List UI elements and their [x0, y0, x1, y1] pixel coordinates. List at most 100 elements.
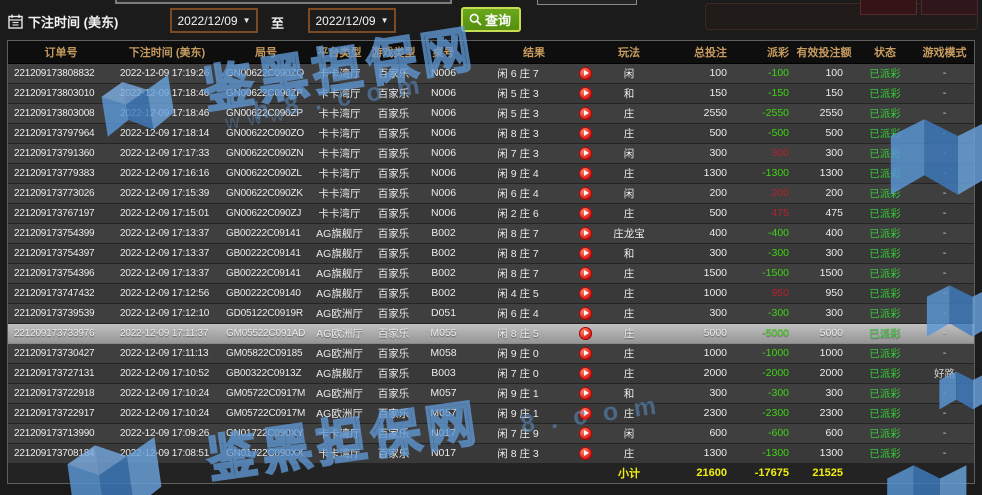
cell-order: 221209173727131 [8, 363, 114, 383]
cell-order: 221209173730427 [8, 343, 114, 363]
cell-order: 221209173754397 [8, 243, 114, 263]
cell-time: 2022-12-09 17:12:10 [114, 303, 220, 323]
play-video-icon[interactable] [579, 247, 592, 260]
table-row[interactable]: 2212091737543962022-12-09 17:13:37GB0022… [8, 263, 974, 283]
play-video-icon[interactable] [579, 207, 592, 220]
cell-time: 2022-12-09 17:16:16 [114, 163, 220, 183]
table-row[interactable]: 2212091737671972022-12-09 17:15:01GN0062… [8, 203, 974, 223]
play-video-icon[interactable] [579, 287, 592, 300]
cell-result: 闲 9 庄 0 [467, 343, 569, 363]
table-row[interactable]: 2212091737474322022-12-09 17:12:56GB0022… [8, 283, 974, 303]
cell-table_no: B002 [420, 263, 467, 283]
play-video-icon[interactable] [579, 127, 592, 140]
table-row[interactable]: 2212091737139902022-12-09 17:09:26GN0172… [8, 423, 974, 443]
cell-play: 庄龙宝 [601, 223, 657, 243]
play-video-icon[interactable] [579, 87, 592, 100]
cell-table_no: N006 [420, 103, 467, 123]
cell-table_no: N006 [420, 163, 467, 183]
table-row[interactable]: 2212091737730262022-12-09 17:15:39GN0062… [8, 183, 974, 203]
play-video-icon[interactable] [579, 107, 592, 120]
cell-time: 2022-12-09 17:10:24 [114, 383, 220, 403]
cell-valid: 400 [793, 223, 855, 243]
table-row[interactable]: 2212091737271312022-12-09 17:10:52GB0032… [8, 363, 974, 383]
cell-result: 闲 9 庄 1 [467, 383, 569, 403]
cell-platform: 卡卡湾厅 [312, 143, 367, 163]
cell-time: 2022-12-09 17:18:46 [114, 83, 220, 103]
cell-mode: - [915, 183, 974, 203]
table-row[interactable]: 2212091737395392022-12-09 17:12:10GD0512… [8, 303, 974, 323]
table-row[interactable]: 2212091738030102022-12-09 17:18:46GN0062… [8, 83, 974, 103]
table-row[interactable]: 2212091737081842022-12-09 17:08:51GN0172… [8, 443, 974, 463]
cell-bet: 5000 [657, 323, 731, 343]
play-video-icon[interactable] [579, 187, 592, 200]
subtotal-bet: 21600 [657, 463, 731, 483]
cell-play: 庄 [601, 303, 657, 323]
cell-replay [569, 163, 601, 183]
cell-bet: 500 [657, 203, 731, 223]
cell-replay [569, 303, 601, 323]
table-row[interactable]: 2212091737793832022-12-09 17:16:16GN0062… [8, 163, 974, 183]
cell-valid: 300 [793, 143, 855, 163]
play-video-icon[interactable] [579, 427, 592, 440]
table-row[interactable]: 2212091737229172022-12-09 17:10:24GM0572… [8, 403, 974, 423]
cell-platform: 卡卡湾厅 [312, 83, 367, 103]
date-to-select[interactable]: 2022/12/09 ▼ [308, 8, 396, 33]
table-row[interactable]: 2212091737913602022-12-09 17:17:33GN0062… [8, 143, 974, 163]
play-video-icon[interactable] [579, 367, 592, 380]
cell-table_no: N017 [420, 423, 467, 443]
cell-order: 221209173767197 [8, 203, 114, 223]
play-video-icon[interactable] [579, 147, 592, 160]
play-video-icon[interactable] [579, 447, 592, 460]
cell-valid: 5000 [793, 323, 855, 343]
table-row[interactable]: 2212091737304272022-12-09 17:11:13GM0582… [8, 343, 974, 363]
cell-game: 百家乐 [367, 123, 420, 143]
cell-result: 闲 9 庄 1 [467, 403, 569, 423]
cell-game: 百家乐 [367, 363, 420, 383]
table-row[interactable]: 2212091738088322022-12-09 17:19:26GN0062… [8, 63, 974, 83]
play-video-icon[interactable] [579, 227, 592, 240]
cell-order: 221209173739539 [8, 303, 114, 323]
cell-payout: -1300 [731, 443, 793, 463]
search-icon [469, 13, 482, 26]
cell-result: 闲 6 庄 7 [467, 63, 569, 83]
table-row[interactable]: 2212091738030082022-12-09 17:18:46GN0062… [8, 103, 974, 123]
cell-payout: 300 [731, 143, 793, 163]
play-video-icon[interactable] [579, 327, 592, 340]
cell-bet: 1300 [657, 443, 731, 463]
cell-replay [569, 443, 601, 463]
cell-table_no: D051 [420, 303, 467, 323]
cell-platform: AG旗舰厅 [312, 283, 367, 303]
cell-payout: 950 [731, 283, 793, 303]
table-row[interactable]: 2212091737543992022-12-09 17:13:37GB0022… [8, 223, 974, 243]
cell-play: 庄 [601, 103, 657, 123]
cell-replay [569, 383, 601, 403]
date-from-select[interactable]: 2022/12/09 ▼ [170, 8, 258, 33]
cell-bet: 200 [657, 183, 731, 203]
search-button[interactable]: 查询 [461, 7, 521, 32]
cell-result: 闲 6 庄 4 [467, 303, 569, 323]
header-mode: 游戏模式 [915, 41, 974, 63]
play-video-icon[interactable] [579, 307, 592, 320]
table-row[interactable]: 2212091737339762022-12-09 17:11:37GM0552… [8, 323, 974, 343]
table-row[interactable]: 2212091737543972022-12-09 17:13:37GB0022… [8, 243, 974, 263]
cell-game: 百家乐 [367, 383, 420, 403]
filter-toolbar: 下注时间 (美东) 2022/12/09 ▼ 至 2022/12/09 ▼ 查询 [0, 0, 982, 40]
table-row[interactable]: 2212091737979642022-12-09 17:18:14GN0062… [8, 123, 974, 143]
cell-round: GN01722C090XY [220, 423, 312, 443]
play-video-icon[interactable] [579, 387, 592, 400]
play-video-icon[interactable] [579, 267, 592, 280]
play-video-icon[interactable] [579, 67, 592, 80]
table-row[interactable]: 2212091737229182022-12-09 17:10:24GM0572… [8, 383, 974, 403]
cell-replay [569, 223, 601, 243]
cell-valid: 950 [793, 283, 855, 303]
cell-round: GB00322C0913Z [220, 363, 312, 383]
play-video-icon[interactable] [579, 347, 592, 360]
play-video-icon[interactable] [579, 167, 592, 180]
cell-platform: 卡卡湾厅 [312, 123, 367, 143]
cell-time: 2022-12-09 17:08:51 [114, 443, 220, 463]
header-valid: 有效投注额 [793, 41, 855, 63]
cell-payout: -2300 [731, 403, 793, 423]
play-video-icon[interactable] [579, 407, 592, 420]
cell-valid: 2300 [793, 403, 855, 423]
cell-payout: -100 [731, 63, 793, 83]
